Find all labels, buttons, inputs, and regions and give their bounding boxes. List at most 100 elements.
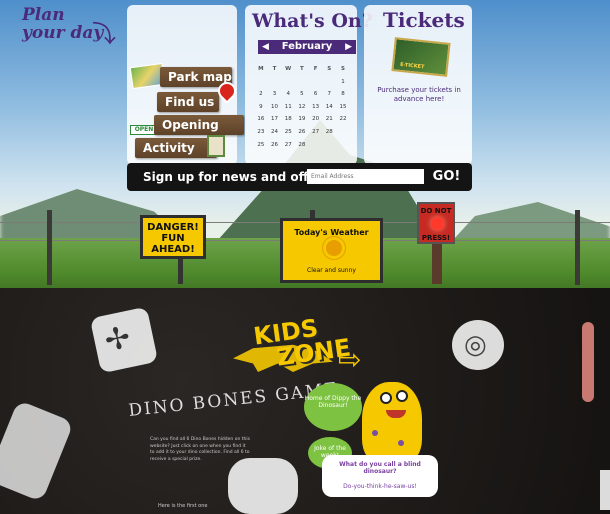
calendar-day[interactable]: 28 (322, 126, 336, 139)
opening-times-link[interactable]: Opening times (154, 115, 244, 152)
calendar-week: 16 17 18 19 20 21 22 (254, 113, 350, 126)
ticket-image[interactable]: E-TICKET (391, 37, 451, 77)
calendar-day[interactable]: 25 (254, 139, 268, 152)
clipboard-icon[interactable] (207, 135, 225, 157)
ammonite-fossil-icon: ◎ (464, 330, 487, 360)
calendar-day[interactable]: 27 (309, 126, 323, 139)
calendar-day[interactable]: 21 (322, 113, 336, 126)
skull-fossil[interactable] (228, 458, 298, 514)
calendar-day (322, 76, 336, 89)
calendar-day[interactable]: 5 (295, 88, 309, 101)
signup-label: Sign up for news and offers (143, 170, 330, 184)
calendar-day[interactable]: 18 (281, 113, 295, 126)
find-us-link[interactable]: Find us (157, 92, 219, 112)
weekday-label: T (272, 66, 277, 72)
weather-sign: Today's Weather Clear and sunny (280, 218, 383, 283)
calendar-day (309, 76, 323, 89)
calendar-day[interactable]: 22 (336, 113, 350, 126)
dippy-dinosaur (362, 382, 422, 464)
calendar-day (254, 76, 268, 89)
weather-status: Clear and sunny (307, 267, 356, 274)
fence-post (575, 210, 580, 285)
weekday-label: M (258, 66, 264, 72)
calendar-day[interactable]: 2 (254, 88, 268, 101)
calendar-day[interactable]: 15 (336, 101, 350, 114)
tickets-title: Tickets (383, 8, 465, 32)
danger-sign: DANGER! FUN AHEAD! (140, 215, 206, 259)
month-label: February (281, 41, 333, 52)
email-input[interactable] (307, 169, 424, 184)
arrow-right-icon[interactable]: ⇨ (338, 343, 361, 376)
calendar-day (295, 76, 309, 89)
go-button[interactable]: GO! (429, 166, 464, 186)
home-of-dippy-bubble: Home of Dippy the Dinosaur! (304, 383, 362, 431)
calendar-day[interactable]: 14 (322, 101, 336, 114)
weather-title: Today's Weather (294, 228, 369, 237)
calendar-day[interactable]: 10 (268, 101, 282, 114)
calendar-day[interactable]: 28 (295, 139, 309, 152)
calendar-day (336, 139, 350, 152)
worm-icon (582, 322, 594, 402)
red-button[interactable] (431, 217, 444, 230)
calendar-week: 23 24 25 26 27 28 (254, 126, 350, 139)
weekday-label: S (340, 66, 345, 72)
calendar-week: 25 26 27 28 (254, 139, 350, 152)
calendar-day[interactable]: 23 (254, 126, 268, 139)
calendar-day[interactable]: 1 (336, 76, 350, 89)
tickets-link[interactable]: Purchase your tickets in advance here! (372, 86, 466, 104)
calendar-day (281, 76, 295, 89)
calendar-day[interactable]: 27 (281, 139, 295, 152)
weekday-label: W (285, 66, 292, 72)
dino-bones-description: Can you find all 6 Dino Bones hidden on … (150, 437, 250, 462)
next-month-icon[interactable]: ▶ (345, 40, 352, 54)
sign-post (178, 258, 183, 284)
calendar-day[interactable]: 19 (295, 113, 309, 126)
dippy-eye (380, 392, 392, 404)
joke-question: What do you call a blind dinosaur? (339, 461, 421, 475)
calendar-day[interactable]: 4 (281, 88, 295, 101)
calendar-day (322, 139, 336, 152)
calendar-week: 9 10 11 12 13 14 15 (254, 101, 350, 114)
calendar-day[interactable]: 17 (268, 113, 282, 126)
box-post (432, 244, 442, 284)
fence-post (47, 210, 52, 285)
do-not-press-box: DO NOT PRESS! (417, 202, 455, 244)
prev-month-icon[interactable]: ◀ (262, 40, 269, 54)
calendar-day[interactable]: 8 (336, 88, 350, 101)
calendar-day[interactable]: 12 (295, 101, 309, 114)
calendar-day[interactable]: 26 (295, 126, 309, 139)
calendar-day[interactable]: 7 (322, 88, 336, 101)
calendar-day[interactable]: 3 (268, 88, 282, 101)
calendar-day (336, 126, 350, 139)
calendar-week: 1 (254, 76, 350, 89)
calendar-day[interactable]: 13 (309, 101, 323, 114)
calendar-day[interactable]: 20 (309, 113, 323, 126)
joke-answer: Do-you-think-he-saw-us! (343, 483, 417, 490)
joke-card: What do you call a blind dinosaur? Do-yo… (322, 455, 438, 497)
calendar-day[interactable]: 6 (309, 88, 323, 101)
dippy-eye (396, 390, 408, 402)
activity-list-link[interactable]: Activity List (135, 138, 217, 175)
calendar-day[interactable]: 16 (254, 113, 268, 126)
calendar-day (268, 76, 282, 89)
calendar-weekdays: M T W T F S S (254, 63, 350, 76)
calendar-week: 2345678 (254, 88, 350, 101)
calendar-day[interactable]: 9 (254, 101, 268, 114)
calendar-day[interactable]: 11 (281, 101, 295, 114)
calendar-day[interactable]: 24 (268, 126, 282, 139)
bone-fossil[interactable] (600, 470, 610, 510)
dippy-spot (372, 430, 378, 436)
weekday-label: S (327, 66, 332, 72)
do-not-label: DO NOT (420, 207, 452, 215)
calendar-day[interactable]: 26 (268, 139, 282, 152)
sun-icon (326, 240, 342, 256)
month-bar: ◀ February ▶ (258, 40, 356, 54)
weekday-label: F (313, 66, 318, 72)
calendar-day[interactable]: 25 (281, 126, 295, 139)
whats-on-title: What's On? (252, 10, 373, 32)
press-label: PRESS! (421, 234, 451, 242)
dino-bones-footer: Here is the first one (158, 503, 208, 509)
curved-arrow-icon: ⤵ (92, 20, 116, 48)
weekday-label: T (300, 66, 304, 72)
ticket-label: E-TICKET (399, 61, 425, 71)
